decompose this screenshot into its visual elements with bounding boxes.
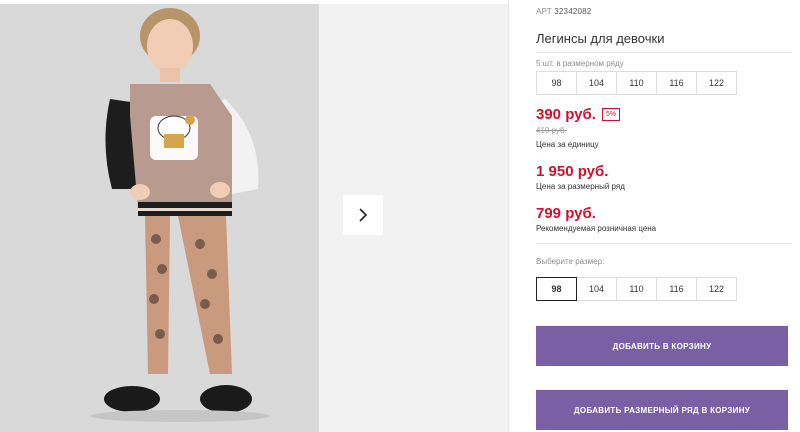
old-price: 410 руб. bbox=[536, 126, 567, 135]
size-option-122[interactable]: 122 bbox=[696, 277, 737, 301]
article-number: АРТ 32342082 bbox=[536, 7, 591, 16]
unit-price-note: Цена за единицу bbox=[536, 140, 599, 149]
rrp-price: 799 руб. bbox=[536, 205, 596, 222]
rrp-price-note: Рекомендуемая розничная цена bbox=[536, 224, 657, 233]
size-row-item: 110 bbox=[616, 71, 657, 95]
size-row-item: 98 bbox=[536, 71, 577, 95]
divider bbox=[536, 243, 792, 244]
article-label: АРТ bbox=[536, 7, 552, 16]
size-row-item: 104 bbox=[576, 71, 617, 95]
row-price-note: Цена за размерный ряд bbox=[536, 182, 625, 191]
divider bbox=[536, 52, 792, 53]
size-row-item: 116 bbox=[656, 71, 697, 95]
unit-price: 390 руб. bbox=[536, 106, 596, 123]
size-picker: 98 104 110 116 122 bbox=[536, 277, 737, 301]
size-row-list: 98 104 110 116 122 bbox=[536, 71, 737, 95]
product-info-panel: АРТ 32342082 Легинсы для девочки 5 шт. в… bbox=[536, 0, 792, 432]
add-to-cart-button[interactable]: ДОБАВИТЬ В КОРЗИНУ bbox=[536, 326, 788, 366]
size-row-label: 5 шт. в размерном ряду bbox=[536, 59, 624, 68]
product-title: Легинсы для девочки bbox=[536, 31, 665, 46]
size-option-110[interactable]: 110 bbox=[616, 277, 657, 301]
size-option-104[interactable]: 104 bbox=[576, 277, 617, 301]
product-photo-illustration bbox=[0, 4, 319, 432]
product-photo bbox=[0, 4, 319, 432]
row-price: 1 950 руб. bbox=[536, 163, 609, 180]
article-value: 32342082 bbox=[554, 7, 592, 16]
discount-badge: 5% bbox=[601, 108, 621, 121]
size-option-98[interactable]: 98 bbox=[536, 277, 577, 301]
divider bbox=[508, 0, 509, 432]
gallery-next-button[interactable] bbox=[343, 195, 383, 235]
chevron-right-icon bbox=[359, 208, 368, 222]
add-size-row-to-cart-button[interactable]: ДОБАВИТЬ РАЗМЕРНЫЙ РЯД В КОРЗИНУ bbox=[536, 390, 788, 430]
product-gallery bbox=[0, 0, 508, 432]
size-picker-label: Выберите размер: bbox=[536, 257, 605, 266]
unit-price-block: 390 руб. 5% bbox=[536, 106, 621, 123]
size-row-item: 122 bbox=[696, 71, 737, 95]
size-option-116[interactable]: 116 bbox=[656, 277, 697, 301]
